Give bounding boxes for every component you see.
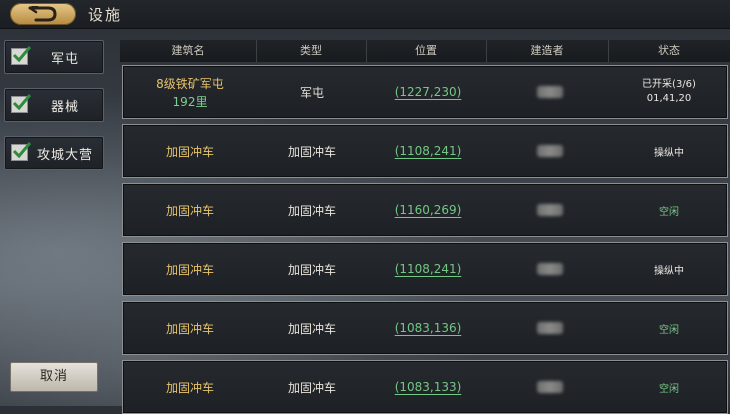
table-row[interactable]: 加固冲车 加固冲车 (1108,241) 操纵中 [122,242,728,296]
column-header-location: 位置 [366,40,487,62]
checkbox-military-farm[interactable] [11,46,31,65]
building-type: 加固冲车 [287,144,336,159]
filter-military-farm[interactable]: 军屯 [4,40,104,74]
location-cell: (1108,241) [367,125,489,177]
building-name: 加固冲车 [165,262,214,277]
location-link[interactable]: (1108,241) [395,144,462,158]
type-cell: 加固冲车 [257,184,367,236]
building-name-cell: 加固冲车 [123,184,257,236]
table-row[interactable]: 加固冲车 加固冲车 (1083,136) 空闲 [122,301,728,355]
filter-label: 军屯 [51,52,80,67]
location-link[interactable]: (1160,269) [395,203,462,217]
type-cell: 加固冲车 [257,243,367,295]
building-name-cell: 加固冲车 [123,243,257,295]
checkbox-siege-camp[interactable] [11,142,31,161]
column-header-building-name: 建筑名 [120,40,257,62]
location-cell: (1083,133) [367,361,489,413]
location-cell: (1227,230) [367,66,489,118]
building-name: 加固冲车 [165,203,214,218]
back-button[interactable] [10,3,76,25]
checkmark-icon [12,142,31,159]
builder-cell [489,184,611,236]
building-name-cell: 8级铁矿军屯 192里 [123,66,257,118]
checkmark-icon [12,46,31,63]
checkbox-siege-engine[interactable] [11,94,31,113]
column-header-builder: 建造者 [486,40,609,62]
building-type: 加固冲车 [287,321,336,336]
filter-label: 攻城大营 [37,148,94,163]
building-name-cell: 加固冲车 [123,125,257,177]
location-link[interactable]: (1108,241) [395,262,462,276]
location-link[interactable]: (1083,133) [395,380,462,394]
building-name: 8级铁矿军屯 [156,76,224,91]
status-cell: 空闲 [611,361,727,413]
location-link[interactable]: (1227,230) [395,85,462,99]
facility-table: 建筑名 类型 位置 建造者 状态 8级铁矿军屯 192里 军屯 (1227,23… [120,40,730,414]
status-cell: 已开采(3/6) 01,41,20 [611,66,727,118]
builder-name-blurred [537,263,563,275]
status-text: 操纵中 [654,265,684,277]
back-arrow-icon [28,6,57,22]
filter-label: 器械 [51,100,80,115]
building-type: 加固冲车 [287,203,336,218]
status-cell: 操纵中 [611,125,727,177]
type-cell: 加固冲车 [257,361,367,413]
status-cell: 空闲 [611,302,727,354]
status-cell: 空闲 [611,184,727,236]
builder-cell [489,243,611,295]
type-cell: 加固冲车 [257,125,367,177]
table-header: 建筑名 类型 位置 建造者 状态 [120,40,730,62]
table-row[interactable]: 加固冲车 加固冲车 (1108,241) 操纵中 [122,124,728,178]
building-name-cell: 加固冲车 [123,302,257,354]
builder-cell [489,125,611,177]
column-header-status: 状态 [658,44,680,57]
status-text: 空闲 [659,206,679,218]
builder-cell [489,361,611,413]
building-name: 加固冲车 [165,321,214,336]
type-cell: 加固冲车 [257,302,367,354]
location-cell: (1160,269) [367,184,489,236]
status-text: 操纵中 [654,147,684,159]
builder-cell [489,302,611,354]
top-bar: 设施 [0,0,730,29]
building-name: 加固冲车 [165,380,214,395]
filter-siege-camp[interactable]: 攻城大营 [4,136,104,170]
location-link[interactable]: (1083,136) [395,321,462,335]
type-cell: 军屯 [257,66,367,118]
cancel-button[interactable]: 取消 [10,362,98,392]
builder-cell [489,66,611,118]
location-cell: (1083,136) [367,302,489,354]
column-header-type: 类型 [256,40,367,62]
status-cell: 操纵中 [611,243,727,295]
checkmark-icon [12,94,31,111]
builder-name-blurred [537,86,563,98]
filter-siege-engine[interactable]: 器械 [4,88,104,122]
page-title: 设施 [88,6,123,24]
building-type: 加固冲车 [287,262,336,277]
status-text: 空闲 [659,324,679,336]
location-cell: (1108,241) [367,243,489,295]
status-timer: 01,41,20 [646,93,692,104]
building-name: 加固冲车 [165,144,214,159]
table-row[interactable]: 8级铁矿军屯 192里 军屯 (1227,230) 已开采(3/6) 01,41… [122,65,728,119]
building-type: 军屯 [299,85,324,100]
builder-name-blurred [537,204,563,216]
status-text: 已开采(3/6) [642,79,696,90]
building-name-cell: 加固冲车 [123,361,257,413]
status-text: 空闲 [659,383,679,395]
table-row[interactable]: 加固冲车 加固冲车 (1160,269) 空闲 [122,183,728,237]
building-distance: 192里 [172,94,208,109]
builder-name-blurred [537,381,563,393]
builder-name-blurred [537,145,563,157]
building-type: 加固冲车 [287,380,336,395]
builder-name-blurred [537,322,563,334]
